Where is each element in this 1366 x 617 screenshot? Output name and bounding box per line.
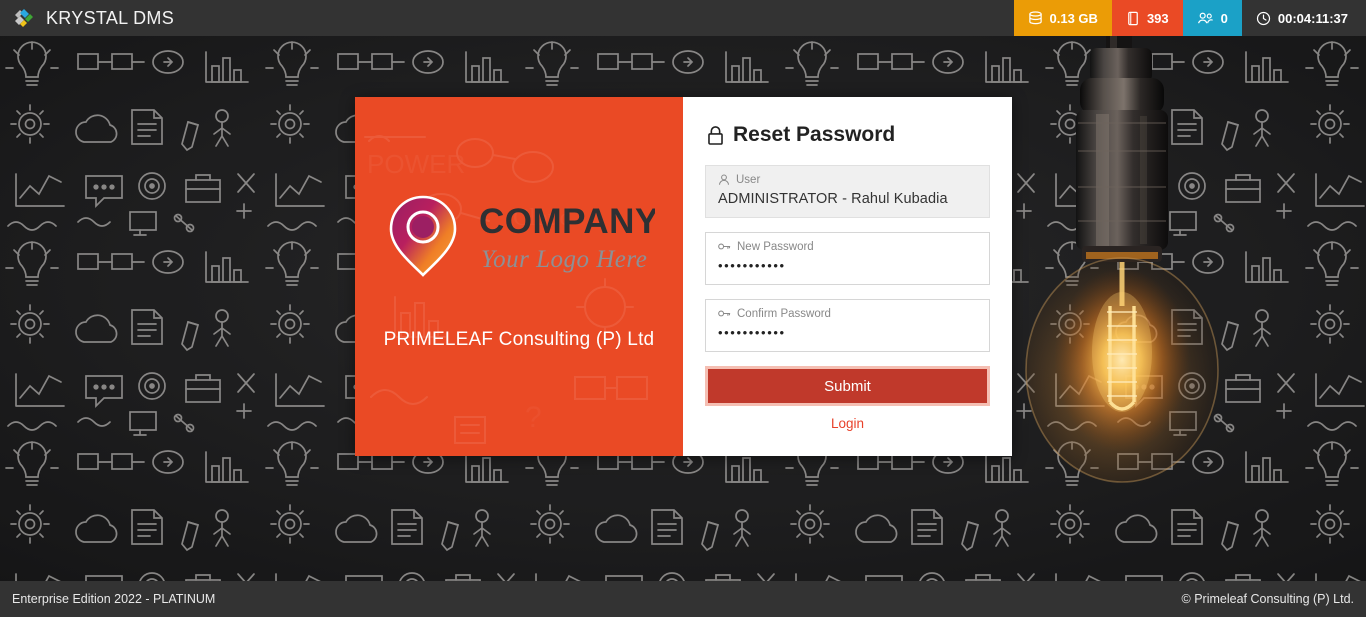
user-field-value: ADMINISTRATOR - Rahul Kubadia <box>718 191 948 207</box>
session-timer-label: 00:04:11:37 <box>1277 10 1348 26</box>
session-timer-badge: 00:04:11:37 <box>1241 0 1366 36</box>
documents-badge[interactable]: 393 <box>1111 0 1183 36</box>
svg-text:?: ? <box>525 401 542 434</box>
brand-title: KRYSTAL DMS <box>46 7 174 28</box>
clock-icon <box>1256 11 1270 25</box>
storage-badge[interactable]: 0.13 GB <box>1013 0 1112 36</box>
key-icon <box>718 310 731 317</box>
storage-badge-label: 0.13 GB <box>1049 10 1098 26</box>
app-root: KRYSTAL DMS 0.13 GB 393 0 00:04:11:37 CO… <box>0 0 1366 617</box>
footer-edition: Enterprise Edition 2022 - PLATINUM <box>12 592 216 606</box>
new-password-field[interactable]: New Password ••••••••••• <box>705 232 990 285</box>
brand[interactable]: KRYSTAL DMS <box>0 6 1014 30</box>
new-password-label: New Password <box>737 241 814 253</box>
svg-text:POWER: POWER <box>367 149 465 179</box>
header-badges: 0.13 GB 393 0 00:04:11:37 <box>1013 0 1366 36</box>
company-name: PRIMELEAF Consulting (P) Ltd <box>383 328 655 350</box>
lock-icon <box>708 125 723 145</box>
new-password-label-row: New Password <box>718 240 977 254</box>
database-icon <box>1028 10 1042 24</box>
svg-text:COMPANY: COMPANY <box>479 202 655 241</box>
app-footer: Enterprise Edition 2022 - PLATINUM © Pri… <box>0 581 1366 617</box>
reset-password-form: Reset Password User ADMINISTRATOR - Rahu… <box>683 97 1012 456</box>
users-badge-label: 0 <box>1220 10 1228 26</box>
svg-text:Your Logo Here: Your Logo Here <box>481 246 647 273</box>
user-field-label-row: User <box>718 173 977 187</box>
confirm-password-field[interactable]: Confirm Password ••••••••••• <box>705 299 990 352</box>
documents-badge-label: 393 <box>1146 10 1169 26</box>
page-title: Reset Password <box>707 123 990 147</box>
login-link[interactable]: Login <box>705 416 990 431</box>
new-password-input[interactable]: ••••••••••• <box>718 256 977 276</box>
user-field-label: User <box>736 174 761 186</box>
submit-button-focus-ring: Submit <box>705 366 990 406</box>
page-title-label: Reset Password <box>733 123 896 146</box>
confirm-password-input[interactable]: ••••••••••• <box>718 323 977 343</box>
app-header: KRYSTAL DMS 0.13 GB 393 0 00:04:11:37 <box>0 0 1366 36</box>
file-icon <box>1128 11 1138 25</box>
reset-password-card: POWER Cloud <box>355 97 1012 456</box>
company-logo-icon: COMPANY Your Logo Here <box>389 195 655 277</box>
confirm-password-label: Confirm Password <box>737 308 831 320</box>
krystal-diamond-logo-icon <box>15 9 33 27</box>
submit-button[interactable]: Submit <box>708 369 987 403</box>
users-icon <box>1197 12 1213 23</box>
footer-copyright: © Primeleaf Consulting (P) Ltd. <box>1181 592 1354 606</box>
user-field: User ADMINISTRATOR - Rahul Kubadia <box>705 165 990 218</box>
branding-panel: POWER Cloud <box>355 97 683 456</box>
key-icon <box>718 243 731 250</box>
confirm-password-label-row: Confirm Password <box>718 307 977 321</box>
users-badge[interactable]: 0 <box>1182 0 1242 36</box>
person-icon <box>719 174 729 185</box>
